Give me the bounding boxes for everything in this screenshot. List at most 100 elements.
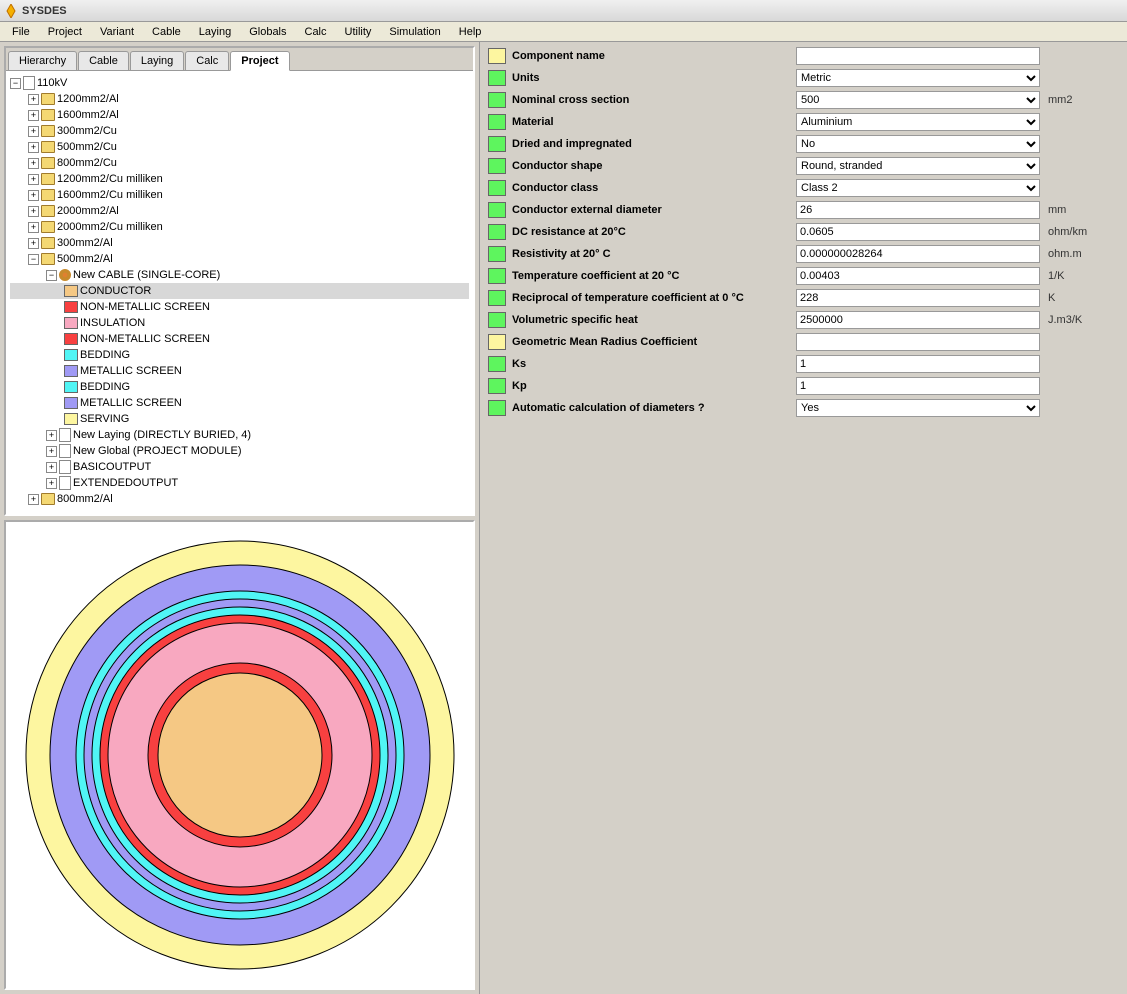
tree-row[interactable]: −500mm2/Al (10, 251, 469, 267)
folder-icon (41, 173, 55, 185)
tree-row[interactable]: INSULATION (10, 315, 469, 331)
tree-row[interactable]: METALLIC SCREEN (10, 395, 469, 411)
tree-label: 800mm2/Al (57, 491, 113, 507)
property-select[interactable]: Class 2 (796, 179, 1040, 197)
property-label: Units (512, 72, 796, 84)
color-swatch-icon (64, 413, 78, 425)
tree-row[interactable]: +2000mm2/Cu milliken (10, 219, 469, 235)
tree-expander-icon[interactable]: − (28, 254, 39, 265)
menu-simulation[interactable]: Simulation (381, 24, 448, 40)
tree-expander-icon[interactable]: + (28, 94, 39, 105)
menu-laying[interactable]: Laying (191, 24, 239, 40)
tree-expander-icon[interactable]: + (46, 478, 57, 489)
tree-expander-icon[interactable]: − (10, 78, 21, 89)
tree-expander-icon[interactable]: + (28, 158, 39, 169)
tree-row[interactable]: +500mm2/Cu (10, 139, 469, 155)
tree-row[interactable]: +EXTENDEDOUTPUT (10, 475, 469, 491)
tab-hierarchy[interactable]: Hierarchy (8, 51, 77, 71)
folder-icon (41, 205, 55, 217)
tree-row[interactable]: BEDDING (10, 347, 469, 363)
menu-file[interactable]: File (4, 24, 38, 40)
tab-cable[interactable]: Cable (78, 51, 129, 71)
property-select[interactable]: Yes (796, 399, 1040, 417)
property-input[interactable] (796, 223, 1040, 241)
tree-expander-icon[interactable]: + (46, 430, 57, 441)
property-color-icon (488, 290, 506, 306)
property-row: UnitsMetric (488, 68, 1119, 87)
property-input[interactable] (796, 289, 1040, 307)
tree-row[interactable]: +800mm2/Al (10, 491, 469, 507)
tab-laying[interactable]: Laying (130, 51, 184, 71)
tree-row[interactable]: +New Laying (DIRECTLY BURIED, 4) (10, 427, 469, 443)
color-swatch-icon (64, 317, 78, 329)
menu-variant[interactable]: Variant (92, 24, 142, 40)
tree-row[interactable]: +1200mm2/Al (10, 91, 469, 107)
tree-row[interactable]: NON-METALLIC SCREEN (10, 299, 469, 315)
tree-row[interactable]: +BASICOUTPUT (10, 459, 469, 475)
property-input[interactable] (796, 47, 1040, 65)
tree-row[interactable]: +1600mm2/Cu milliken (10, 187, 469, 203)
property-unit: K (1048, 292, 1055, 304)
tree-expander-icon[interactable]: + (28, 110, 39, 121)
property-input[interactable] (796, 377, 1040, 395)
property-select[interactable]: Metric (796, 69, 1040, 87)
property-select[interactable]: Aluminium (796, 113, 1040, 131)
menu-cable[interactable]: Cable (144, 24, 189, 40)
property-input[interactable] (796, 355, 1040, 373)
project-tree[interactable]: −110kV+1200mm2/Al+1600mm2/Al+300mm2/Cu+5… (6, 71, 473, 514)
tab-calc[interactable]: Calc (185, 51, 229, 71)
tab-project[interactable]: Project (230, 51, 289, 71)
property-input[interactable] (796, 245, 1040, 263)
menu-help[interactable]: Help (451, 24, 490, 40)
property-label: Geometric Mean Radius Coefficient (512, 336, 796, 348)
tree-label: 2000mm2/Al (57, 203, 119, 219)
property-input[interactable] (796, 201, 1040, 219)
tree-row[interactable]: +300mm2/Cu (10, 123, 469, 139)
menu-globals[interactable]: Globals (241, 24, 294, 40)
property-row: Conductor external diametermm (488, 200, 1119, 219)
tree-expander-icon[interactable]: + (28, 126, 39, 137)
property-input[interactable] (796, 267, 1040, 285)
tree-expander-icon[interactable]: + (28, 222, 39, 233)
folder-icon (41, 253, 55, 265)
property-select[interactable]: No (796, 135, 1040, 153)
property-row: Nominal cross section500mm2 (488, 90, 1119, 109)
tree-expander-icon[interactable]: + (28, 142, 39, 153)
menu-project[interactable]: Project (40, 24, 90, 40)
tree-expander-icon[interactable]: + (28, 494, 39, 505)
tree-row[interactable]: CONDUCTOR (10, 283, 469, 299)
tree-row[interactable]: − New CABLE (SINGLE-CORE) (10, 267, 469, 283)
tree-row[interactable]: +1600mm2/Al (10, 107, 469, 123)
folder-icon (41, 93, 55, 105)
tree-expander-icon[interactable]: + (46, 446, 57, 457)
tree-row[interactable]: SERVING (10, 411, 469, 427)
tree-row[interactable]: −110kV (10, 75, 469, 91)
tree-label: 800mm2/Cu (57, 155, 117, 171)
folder-icon (41, 109, 55, 121)
menu-calc[interactable]: Calc (297, 24, 335, 40)
property-color-icon (488, 224, 506, 240)
tree-row[interactable]: NON-METALLIC SCREEN (10, 331, 469, 347)
tree-row[interactable]: +800mm2/Cu (10, 155, 469, 171)
tree-row[interactable]: +New Global (PROJECT MODULE) (10, 443, 469, 459)
tree-row[interactable]: +1200mm2/Cu milliken (10, 171, 469, 187)
property-select[interactable]: 500 (796, 91, 1040, 109)
tree-row[interactable]: BEDDING (10, 379, 469, 395)
tree-row[interactable]: +300mm2/Al (10, 235, 469, 251)
property-select[interactable]: Round, stranded (796, 157, 1040, 175)
property-input[interactable] (796, 311, 1040, 329)
tree-label: New CABLE (SINGLE-CORE) (73, 267, 220, 283)
tree-row[interactable]: +2000mm2/Al (10, 203, 469, 219)
tree-expander-icon[interactable]: − (46, 270, 57, 281)
tree-row[interactable]: METALLIC SCREEN (10, 363, 469, 379)
tree-expander-icon[interactable]: + (28, 174, 39, 185)
property-color-icon (488, 378, 506, 394)
tree-expander-icon[interactable]: + (28, 190, 39, 201)
menu-utility[interactable]: Utility (337, 24, 380, 40)
tree-expander-icon[interactable]: + (46, 462, 57, 473)
tree-expander-icon[interactable]: + (28, 238, 39, 249)
tree-expander-icon[interactable]: + (28, 206, 39, 217)
property-row: Geometric Mean Radius Coefficient (488, 332, 1119, 351)
property-input[interactable] (796, 333, 1040, 351)
title-bar: SYSDES (0, 0, 1127, 22)
